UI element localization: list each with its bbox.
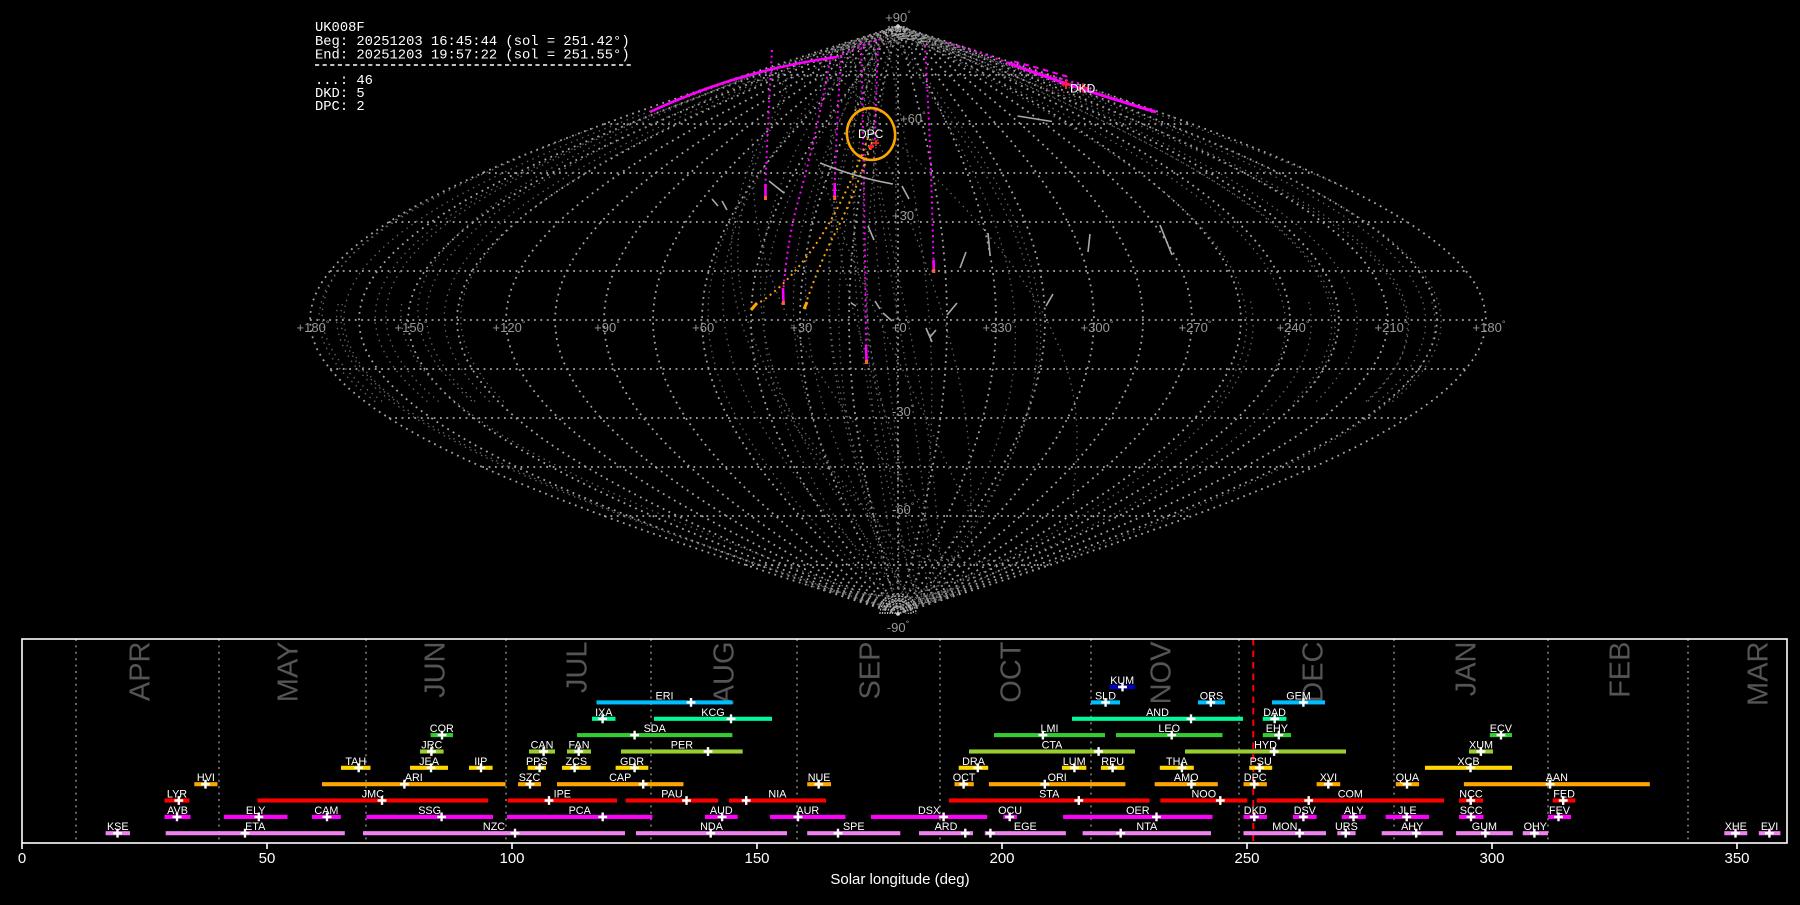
svg-text:IPE: IPE: [554, 789, 571, 801]
svg-text:Solar longitude (deg): Solar longitude (deg): [830, 871, 969, 888]
svg-text:+180°: +180°: [1473, 319, 1506, 335]
svg-text:ORI: ORI: [1048, 772, 1067, 784]
svg-text:DSV: DSV: [1294, 805, 1317, 817]
svg-text:+150°: +150°: [395, 319, 428, 335]
svg-text:APR: APR: [125, 642, 157, 702]
svg-text:GEM: GEM: [1286, 690, 1311, 702]
svg-text:+120°: +120°: [493, 319, 526, 335]
svg-text:ARD: ARD: [935, 821, 958, 833]
svg-text:+210°: +210°: [1375, 319, 1408, 335]
svg-text:AND: AND: [1146, 707, 1169, 719]
svg-text:200: 200: [989, 850, 1014, 867]
svg-text:350: 350: [1724, 850, 1749, 867]
svg-text:JAN: JAN: [1451, 642, 1483, 697]
svg-text:LEO: LEO: [1158, 723, 1180, 735]
svg-text:PPS: PPS: [526, 756, 548, 768]
svg-text:PAU: PAU: [661, 789, 682, 801]
svg-text:NIA: NIA: [768, 789, 787, 801]
svg-text:OER: OER: [1126, 805, 1150, 817]
svg-text:ARI: ARI: [405, 772, 423, 784]
svg-text:XCB: XCB: [1457, 756, 1479, 768]
svg-text:LYR: LYR: [167, 789, 187, 801]
svg-text:JMC: JMC: [362, 789, 384, 801]
svg-text:250: 250: [1234, 850, 1259, 867]
svg-text:PCA: PCA: [569, 805, 592, 817]
svg-text:FEV: FEV: [1549, 805, 1571, 817]
svg-text:AUR: AUR: [796, 805, 819, 817]
svg-text:+300°: +300°: [1081, 319, 1114, 335]
svg-text:FEB: FEB: [1605, 642, 1637, 698]
svg-text:SEP: SEP: [855, 642, 887, 700]
svg-text:ELY: ELY: [246, 805, 266, 817]
svg-text:+270°: +270°: [1179, 319, 1212, 335]
svg-text:NOV: NOV: [1146, 641, 1178, 705]
svg-text:+180°: +180°: [297, 319, 330, 335]
svg-text:NZC: NZC: [483, 821, 505, 833]
svg-text:+240°: +240°: [1277, 319, 1310, 335]
svg-text:EHY: EHY: [1266, 723, 1288, 735]
svg-text:MAY: MAY: [273, 642, 305, 703]
svg-text:THA: THA: [1166, 756, 1188, 768]
svg-text:MAR: MAR: [1743, 642, 1775, 706]
svg-text:STA: STA: [1039, 789, 1060, 801]
svg-text:AMO: AMO: [1174, 772, 1199, 784]
svg-text:PER: PER: [671, 740, 693, 752]
svg-text:NTA: NTA: [1136, 821, 1158, 833]
svg-text:DSX: DSX: [918, 805, 940, 817]
svg-text:JUN: JUN: [420, 642, 452, 698]
svg-text:End: 20251203 19:57:22 (sol =: End: 20251203 19:57:22 (sol = 251.55°): [315, 48, 630, 64]
svg-text:0: 0: [18, 850, 26, 867]
svg-text:CTA: CTA: [1042, 740, 1064, 752]
svg-text:GDR: GDR: [620, 756, 644, 768]
svg-text:UK008F: UK008F: [315, 21, 365, 36]
svg-text:ERI: ERI: [656, 690, 674, 702]
svg-text:100: 100: [499, 850, 524, 867]
svg-text:DKD: DKD: [1070, 82, 1096, 96]
svg-text:DPC: 2: DPC: 2: [315, 100, 365, 115]
svg-text:COM: COM: [1338, 789, 1363, 801]
svg-text:DRA: DRA: [962, 756, 986, 768]
svg-text:OCT: OCT: [996, 641, 1028, 703]
svg-text:CAP: CAP: [609, 772, 631, 784]
svg-text:TAH: TAH: [345, 756, 366, 768]
svg-text:EGE: EGE: [1014, 821, 1037, 833]
svg-text:SPE: SPE: [843, 821, 865, 833]
svg-text:+330°: +330°: [983, 319, 1016, 335]
svg-text:SDA: SDA: [644, 723, 667, 735]
svg-text:NOO: NOO: [1192, 789, 1217, 801]
svg-text:JEA: JEA: [419, 756, 440, 768]
svg-text:ETA: ETA: [245, 821, 266, 833]
svg-text:AHY: AHY: [1401, 821, 1423, 833]
svg-text:KCG: KCG: [701, 707, 724, 719]
svg-text:AUG: AUG: [709, 642, 741, 705]
svg-text:ZCS: ZCS: [565, 756, 587, 768]
svg-text:50: 50: [259, 850, 276, 867]
svg-text:MON: MON: [1272, 821, 1297, 833]
svg-text:JUL: JUL: [562, 642, 594, 694]
svg-text:IXA: IXA: [595, 707, 613, 719]
svg-text:150: 150: [744, 850, 769, 867]
svg-text:DPC: DPC: [858, 127, 884, 141]
svg-text:SSG: SSG: [418, 805, 441, 817]
svg-text:CAN: CAN: [531, 740, 554, 752]
svg-text:300: 300: [1479, 850, 1504, 867]
